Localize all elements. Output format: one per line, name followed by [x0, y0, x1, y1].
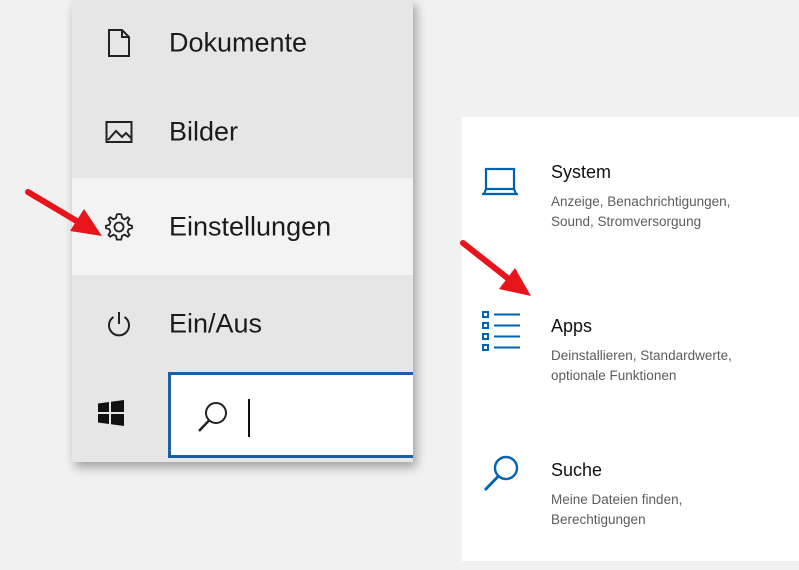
start-item-label: Dokumente — [169, 27, 308, 57]
start-item-label: Einstellungen — [169, 211, 332, 241]
windows-logo-icon[interactable] — [98, 400, 124, 426]
start-item-documents[interactable]: Dokumente — [72, 0, 413, 91]
settings-item-description: Meine Dateien finden, Berechtigungen — [551, 490, 791, 530]
settings-item-title: Apps — [551, 316, 593, 336]
settings-item-title: Suche — [551, 460, 603, 480]
search-icon — [480, 452, 520, 492]
settings-item-search[interactable]: Suche Meine Dateien finden, Berechtigung… — [462, 455, 799, 570]
start-item-label: Bilder — [169, 116, 239, 146]
laptop-icon — [480, 164, 520, 204]
settings-item-system[interactable]: System Anzeige, Benachrichtigungen, Soun… — [462, 162, 799, 272]
text-caret — [248, 399, 250, 437]
description-line: Deinstallieren, Standardwerte, — [551, 348, 732, 363]
search-input[interactable] — [168, 372, 413, 458]
settings-item-title: System — [551, 162, 612, 182]
picture-icon — [99, 112, 139, 152]
start-item-power[interactable]: Ein/Aus — [72, 275, 413, 372]
gear-icon — [99, 207, 139, 247]
description-line: optionale Funktionen — [551, 368, 677, 383]
taskbar — [72, 368, 413, 462]
settings-item-description: Anzeige, Benachrichtigungen, Sound, Stro… — [551, 192, 791, 232]
start-menu: Dokumente Bilder Einstellungen Ein/Aus — [72, 0, 413, 462]
description-line: Anzeige, Benachrichtigungen, — [551, 194, 731, 209]
description-line: Berechtigungen — [551, 512, 646, 527]
power-icon — [99, 304, 139, 344]
document-icon — [99, 23, 139, 63]
start-item-settings[interactable]: Einstellungen — [72, 178, 413, 275]
start-item-label: Ein/Aus — [169, 308, 263, 338]
apps-list-icon — [480, 308, 520, 351]
settings-panel: System Anzeige, Benachrichtigungen, Soun… — [462, 117, 799, 561]
settings-item-description: Deinstallieren, Standardwerte, optionale… — [551, 346, 791, 386]
description-line: Sound, Stromversorgung — [551, 214, 702, 229]
search-icon — [196, 400, 230, 436]
start-item-pictures[interactable]: Bilder — [72, 83, 413, 180]
settings-item-apps[interactable]: Apps Deinstallieren, Standardwerte, opti… — [462, 311, 799, 426]
description-line: Meine Dateien finden, — [551, 492, 683, 507]
